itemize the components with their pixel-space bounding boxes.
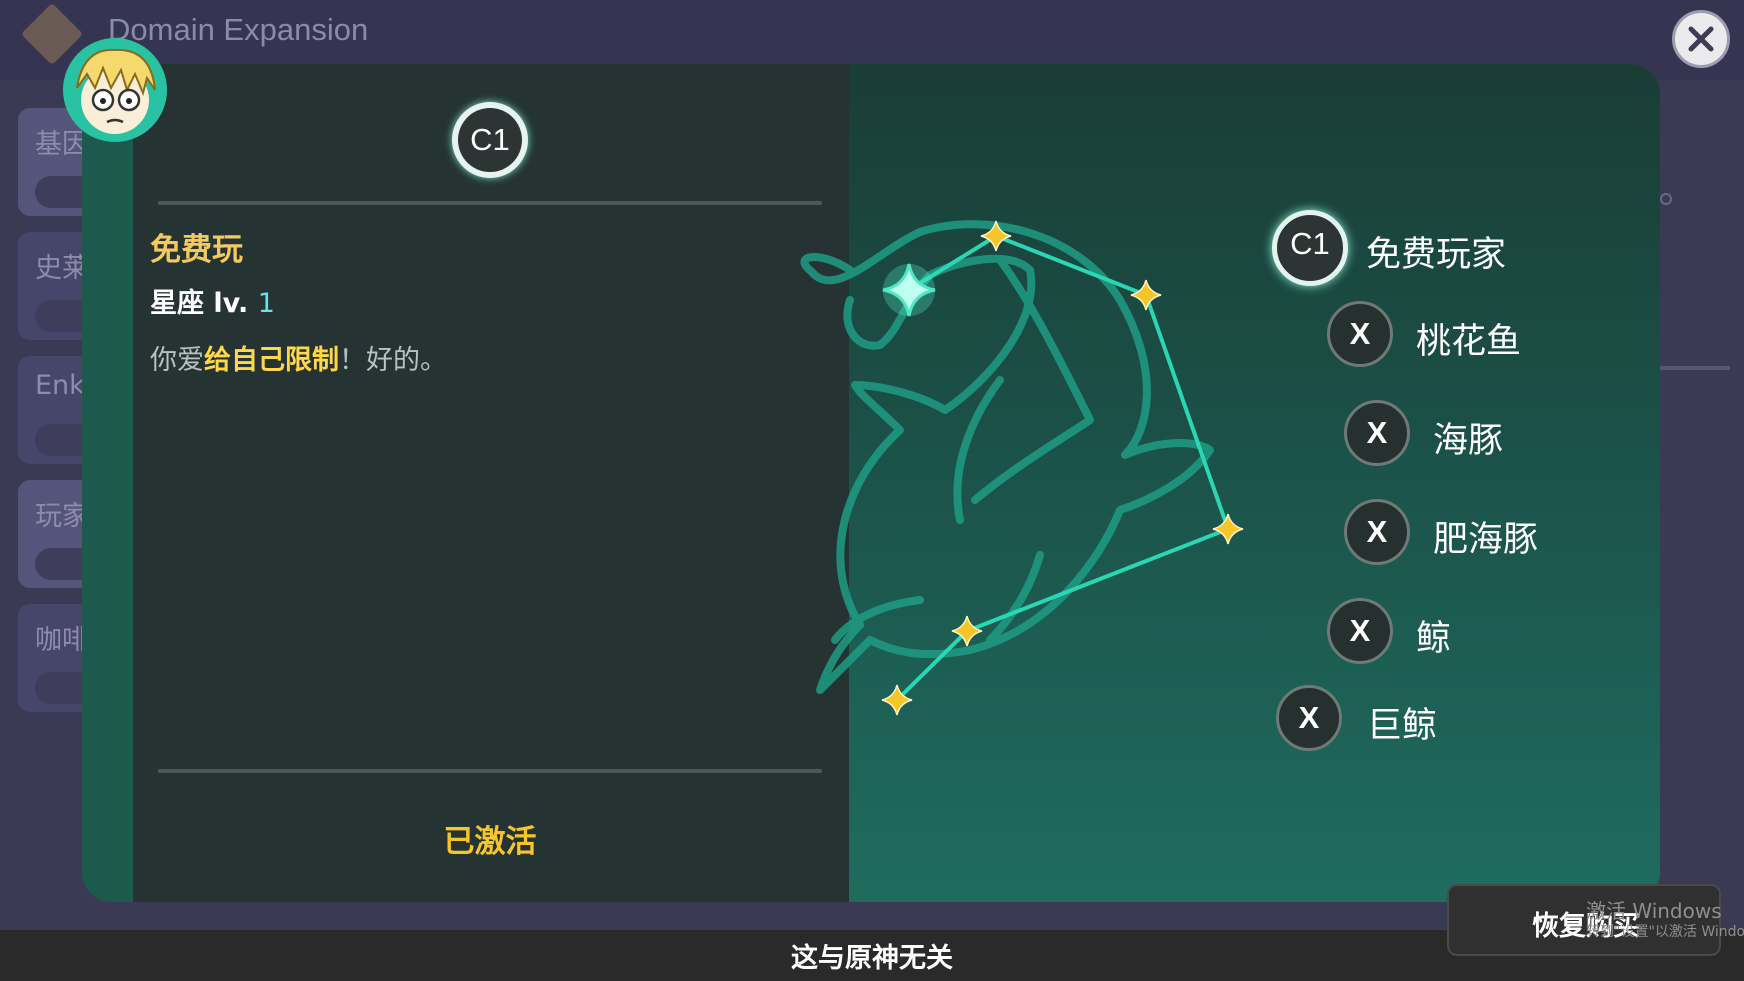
diamond-logo-icon [20,2,84,66]
constellation-label: 桃花鱼 [1416,322,1522,362]
background-line [1660,366,1730,370]
constellation-label: 免费玩家 [1366,235,1507,275]
app-title: Domain Expansion [108,12,369,47]
divider [158,769,822,773]
divider [158,201,822,205]
detail-panel [133,64,849,902]
locked-badge: X [1276,685,1342,751]
constellation-badge: C1 [1272,210,1348,286]
locked-badge: X [1344,400,1410,466]
whale-constellation-art [800,220,1244,716]
constellation-description: 你爱给自己限制！好的。 [150,345,447,376]
sidebar-item-label: 玩家 [35,501,89,532]
sidebar-item-label: 咖啡 [35,625,89,656]
close-icon [1688,26,1714,52]
background-dot [1660,193,1672,205]
locked-badge: X [1344,499,1410,565]
windows-watermark: 激活 Windows [1586,899,1722,923]
constellation-label: 海豚 [1433,421,1504,461]
constellation-badge: C1 [452,102,528,178]
constellation-level: 星座 lv. 1 [150,288,275,319]
constellation-label: 肥海豚 [1433,520,1539,560]
locked-badge: X [1327,301,1393,367]
windows-watermark-sub: 转到"设置"以激活 Windows。 [1586,924,1744,940]
close-button[interactable] [1672,10,1730,68]
constellation-label: 巨鲸 [1367,706,1438,746]
locked-badge: X [1327,598,1393,664]
active-star-icon [882,263,936,317]
avatar [63,38,167,142]
sidebar-item-label: Enk [35,370,85,401]
constellation-label: 鲸 [1416,619,1452,659]
sidebar-item-label: 史莱 [35,253,89,284]
activated-status: 已激活 [443,824,537,860]
constellation-name: 免费玩 [150,232,243,268]
